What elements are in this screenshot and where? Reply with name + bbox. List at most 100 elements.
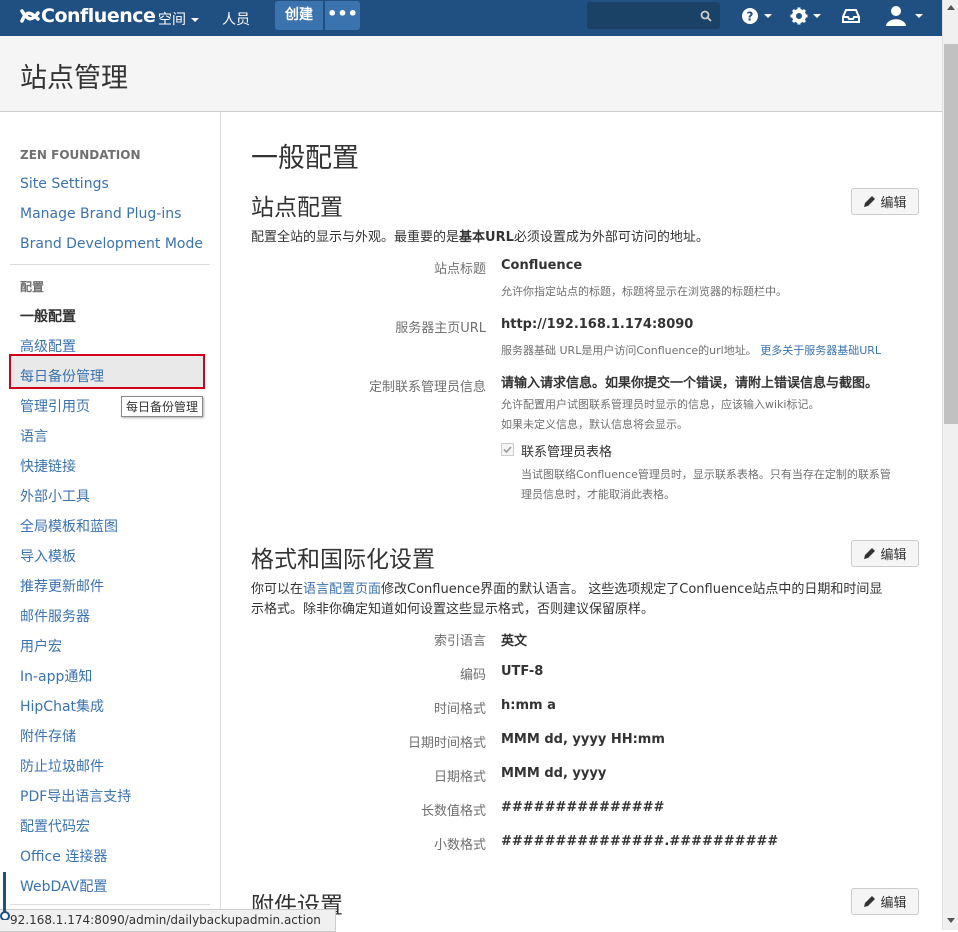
search-input[interactable] <box>587 2 720 29</box>
sidebar-item-advanced-config[interactable]: 高级配置 <box>20 336 76 356</box>
help-text: 服务器基础 URL是用户访问Confluence的url地址。 <box>501 344 757 357</box>
sidebar-item-hipchat[interactable]: HipChat集成 <box>20 696 104 716</box>
contact-admin-value: 请输入请求信息。如果你提交一个错误，请附上错误信息与截图。 <box>501 376 879 391</box>
long-number-format-value: ############### <box>501 800 665 815</box>
help-menu[interactable]: ? <box>741 7 772 31</box>
index-language-label: 索引语言 <box>433 634 486 649</box>
sidebar-item-in-app-notifications[interactable]: In-app通知 <box>20 666 92 686</box>
inbox-icon <box>842 9 860 23</box>
language-config-link[interactable]: 语言配置页面 <box>303 582 381 597</box>
sidebar-item-import-templates[interactable]: 导入模板 <box>20 546 76 566</box>
scroll-down-arrow-icon[interactable] <box>947 918 955 923</box>
date-format-label: 日期格式 <box>433 770 486 785</box>
site-title-label: 站点标题 <box>433 262 486 277</box>
sidebar-section-config: 配置 <box>20 280 45 294</box>
nav-spaces-menu[interactable]: 空间 <box>158 9 199 29</box>
contact-admin-help-1: 允许配置用户试图联系管理员时显示的信息，应该输入wiki标记。 <box>501 398 820 411</box>
avatar-icon <box>886 6 906 26</box>
create-more-button[interactable]: ••• <box>325 1 360 30</box>
page-header: 站点管理 <box>0 36 942 112</box>
date-format-value: MMM dd, yyyy <box>501 766 607 781</box>
create-button[interactable]: 创建 <box>275 1 323 30</box>
sidebar-item-pdf-language[interactable]: PDF导出语言支持 <box>20 786 131 806</box>
sidebar-divider <box>10 264 210 265</box>
page-title: 站点管理 <box>20 63 128 94</box>
scroll-up-arrow-icon[interactable] <box>947 5 955 10</box>
sidebar-item-brand-plugins[interactable]: Manage Brand Plug-ins <box>20 206 181 222</box>
contact-admin-help-2: 如果未定义信息，默认信息将会显示。 <box>501 418 688 431</box>
vertical-scrollbar[interactable] <box>942 0 958 930</box>
desc-text: 配置全站的显示与外观。最重要的是 <box>251 230 460 245</box>
loading-indicator-icon <box>0 872 10 920</box>
datetime-format-label: 日期时间格式 <box>407 736 486 751</box>
edit-button-label: 编辑 <box>880 548 907 563</box>
confluence-logo-icon <box>20 9 40 23</box>
sidebar-item-brand-dev-mode[interactable]: Brand Development Mode <box>20 236 203 252</box>
sidebar-item-attachment-storage[interactable]: 附件存储 <box>20 726 76 746</box>
chevron-down-icon <box>915 14 923 18</box>
decimal-format-label: 小数格式 <box>433 838 486 853</box>
encoding-label: 编码 <box>459 668 486 683</box>
sidebar-item-recommended-updates[interactable]: 推荐更新邮件 <box>20 576 104 596</box>
chevron-down-icon <box>813 14 821 18</box>
site-config-description: 配置全站的显示与外观。最重要的是基本URL必须设置成为外部可访问的地址。 <box>251 228 923 248</box>
contact-form-checkbox[interactable] <box>501 443 514 456</box>
chevron-down-icon <box>191 18 199 22</box>
user-menu[interactable] <box>884 4 923 32</box>
sidebar-item-referrers[interactable]: 管理引用页 <box>20 396 90 416</box>
attachment-edit-button[interactable]: 编辑 <box>851 888 919 915</box>
sidebar-item-office-connector[interactable]: Office 连接器 <box>20 846 107 866</box>
sidebar-item-external-gadgets[interactable]: 外部小工具 <box>20 486 90 506</box>
base-url-label: 服务器主页URL <box>395 321 486 336</box>
encoding-value: UTF-8 <box>501 664 544 679</box>
sidebar-item-site-settings[interactable]: Site Settings <box>20 176 109 192</box>
main-content: 一般配置 站点配置 编辑 配置全站的显示与外观。最重要的是基本URL必须设置成为… <box>221 112 942 930</box>
sidebar-item-daily-backup[interactable]: 每日备份管理 <box>20 366 104 386</box>
admin-sidebar: ZEN FOUNDATION Site Settings Manage Bran… <box>0 112 221 930</box>
scrollbar-thumb[interactable] <box>944 44 958 424</box>
svg-text:?: ? <box>747 10 754 24</box>
gear-icon <box>790 7 808 25</box>
pencil-icon <box>864 196 876 207</box>
top-navigation-bar: Confluence 空间 人员 创建 ••• ? <box>0 0 942 36</box>
settings-menu[interactable] <box>790 7 821 31</box>
desc-text: 必须设置成为外部可访问的地址。 <box>513 230 709 245</box>
sidebar-item-languages[interactable]: 语言 <box>20 426 48 446</box>
nav-people-link[interactable]: 人员 <box>222 9 250 29</box>
tooltip: 每日备份管理 <box>121 396 204 417</box>
contact-form-help-1: 当试图联络Confluence管理员时，显示联系表格。只有当存在定制的联系管 <box>521 468 891 481</box>
checkmark-icon <box>503 446 512 454</box>
logo-text: Confluence <box>41 5 156 27</box>
sidebar-item-spam-prevention[interactable]: 防止垃圾邮件 <box>20 756 104 776</box>
sidebar-item-webdav[interactable]: WebDAV配置 <box>20 876 107 896</box>
sidebar-section-zen: ZEN FOUNDATION <box>20 148 141 162</box>
pencil-icon <box>864 548 876 559</box>
long-number-format-label: 长数值格式 <box>420 804 486 819</box>
notifications-button[interactable] <box>842 8 860 28</box>
browser-status-bar: 92.168.1.174:8090/admin/dailybackupadmin… <box>0 872 336 932</box>
decimal-format-value: ###############.########## <box>501 834 779 849</box>
time-format-value: h:mm a <box>501 698 556 713</box>
pencil-icon <box>864 896 876 907</box>
time-format-label: 时间格式 <box>433 702 486 717</box>
contact-form-label: 联系管理员表格 <box>521 445 613 460</box>
datetime-format-value: MMM dd, yyyy HH:mm <box>501 732 665 747</box>
format-description: 你可以在语言配置页面修改Confluence界面的默认语言。 这些选项规定了Co… <box>251 580 923 620</box>
sidebar-item-global-templates[interactable]: 全局模板和蓝图 <box>20 516 118 536</box>
format-edit-button[interactable]: 编辑 <box>851 540 919 567</box>
sidebar-item-shortcut-links[interactable]: 快捷链接 <box>20 456 76 476</box>
sidebar-item-user-macros[interactable]: 用户宏 <box>20 636 62 656</box>
sidebar-item-mail-servers[interactable]: 邮件服务器 <box>20 606 90 626</box>
sidebar-item-code-macro[interactable]: 配置代码宏 <box>20 816 90 836</box>
edit-button-label: 编辑 <box>880 896 907 911</box>
site-title-value: Confluence <box>501 258 583 273</box>
base-url-more-link[interactable]: 更多关于服务器基础URL <box>760 344 881 357</box>
sidebar-item-general-config[interactable]: 一般配置 <box>20 306 76 326</box>
confluence-logo[interactable]: Confluence <box>20 5 156 27</box>
content-title: 一般配置 <box>251 143 359 174</box>
desc-text: 你可以在 <box>251 582 304 597</box>
site-config-edit-button[interactable]: 编辑 <box>851 188 919 215</box>
base-url-help: 服务器基础 URL是用户访问Confluence的url地址。 更多关于服务器基… <box>501 341 881 360</box>
base-url-value: http://192.168.1.174:8090 <box>501 317 694 332</box>
site-config-heading: 站点配置 <box>251 195 343 221</box>
